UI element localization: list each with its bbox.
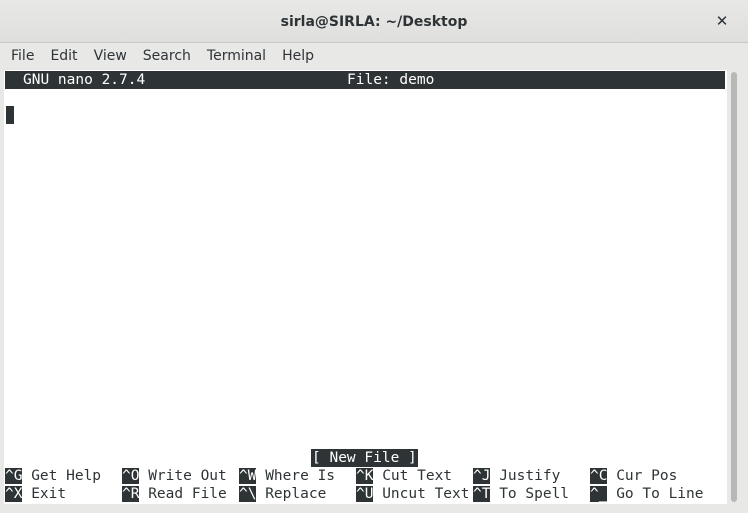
shortcut-cur-pos: ^C Cur Pos (590, 467, 677, 485)
shortcut-cut-text: ^K Cut Text (356, 467, 452, 485)
shortcut-desc: Exit (22, 486, 67, 502)
shortcut-desc: Justify (490, 468, 561, 484)
shortcut-desc: To Spell (490, 486, 570, 502)
shortcut-exit: ^X Exit (5, 485, 66, 503)
shortcut-desc: Read File (139, 486, 227, 502)
close-icon[interactable]: ✕ (712, 11, 732, 31)
shortcut-key: ^_ (590, 486, 608, 502)
shortcut-write-out: ^O Write Out (122, 467, 227, 485)
shortcut-key: ^\ (239, 486, 257, 502)
nano-status-message: [ New File ] (311, 449, 418, 467)
window-title: sirla@SIRLA: ~/Desktop (280, 14, 468, 30)
shortcut-uncut-text: ^U Uncut Text (356, 485, 470, 503)
nano-version: GNU nano 2.7.4 (23, 72, 146, 88)
menu-help[interactable]: Help (274, 43, 322, 69)
shortcut-key: ^J (473, 468, 491, 484)
menu-terminal[interactable]: Terminal (199, 43, 274, 69)
shortcut-key: ^X (5, 486, 23, 502)
shortcut-desc: Cur Pos (607, 468, 678, 484)
shortcut-desc: Uncut Text (373, 486, 470, 502)
shortcut-key: ^C (590, 468, 608, 484)
shortcut-desc: Write Out (139, 468, 227, 484)
menu-file[interactable]: File (0, 43, 42, 69)
shortcut-desc: Get Help (22, 468, 102, 484)
scrollbar-thumb[interactable] (731, 72, 737, 502)
shortcut-get-help: ^G Get Help (5, 467, 101, 485)
menu-view[interactable]: View (86, 43, 135, 69)
shortcut-desc: Where Is (256, 468, 336, 484)
shortcut-key: ^G (5, 468, 23, 484)
shortcut-key: ^R (122, 486, 140, 502)
shortcut-key: ^K (356, 468, 374, 484)
shortcut-replace: ^\ Replace (239, 485, 326, 503)
shortcut-go-to-line: ^_ Go To Line (590, 485, 704, 503)
shortcut-where-is: ^W Where Is (239, 467, 335, 485)
terminal-area[interactable]: GNU nano 2.7.4 File: demo [ New File ] ^… (4, 70, 727, 504)
text-cursor (6, 106, 14, 124)
shortcut-justify: ^J Justify (473, 467, 560, 485)
title-bar[interactable]: sirla@SIRLA: ~/Desktop ✕ (0, 0, 748, 43)
shortcut-desc: Replace (256, 486, 327, 502)
shortcut-key: ^T (473, 486, 491, 502)
shortcut-to-spell: ^T To Spell (473, 485, 569, 503)
shortcut-key: ^W (239, 468, 257, 484)
menu-edit[interactable]: Edit (42, 43, 85, 69)
menu-search[interactable]: Search (135, 43, 199, 69)
terminal-scrollbar[interactable] (728, 70, 740, 504)
shortcut-desc: Cut Text (373, 468, 453, 484)
terminal-window: sirla@SIRLA: ~/Desktop ✕ File Edit View … (0, 0, 748, 513)
shortcut-read-file: ^R Read File (122, 485, 227, 503)
shortcut-key: ^U (356, 486, 374, 502)
nano-header-bar: GNU nano 2.7.4 File: demo (5, 71, 725, 89)
shortcut-key: ^O (122, 468, 140, 484)
menu-bar: File Edit View Search Terminal Help (0, 43, 748, 69)
shortcut-desc: Go To Line (607, 486, 704, 502)
nano-file-name: File: demo (347, 72, 435, 88)
